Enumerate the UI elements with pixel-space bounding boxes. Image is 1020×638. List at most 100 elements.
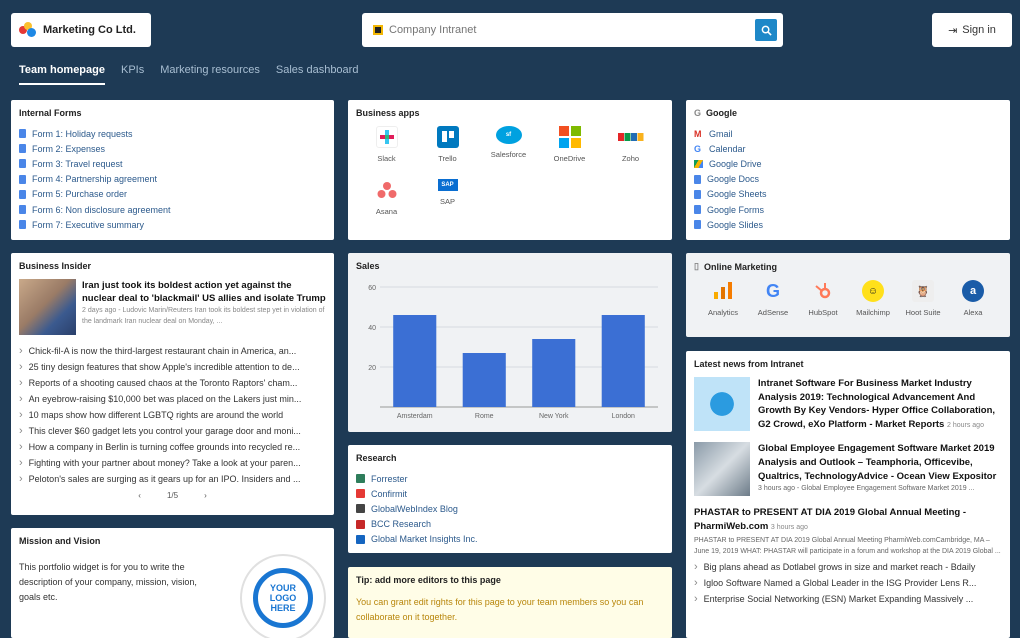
news-article[interactable]: PHASTAR to PRESENT AT DIA 2019 Global An… bbox=[694, 506, 1002, 556]
news-link[interactable]: Enterprise Social Networking (ESN) Marke… bbox=[694, 591, 1002, 607]
tool-adsense[interactable]: G AdSense bbox=[748, 280, 798, 333]
prev-page-button[interactable]: ‹ bbox=[138, 491, 141, 500]
mission-widget: Mission and Vision This portfolio widget… bbox=[11, 528, 334, 638]
next-page-button[interactable]: › bbox=[204, 491, 207, 500]
google-link-forms[interactable]: Google Forms bbox=[694, 202, 1002, 217]
link-label: Global Market Insights Inc. bbox=[371, 534, 478, 545]
research-link-globalwebindex[interactable]: GlobalWebIndex Blog bbox=[356, 501, 664, 516]
sign-in-icon: ⇥ bbox=[948, 24, 958, 37]
news-link-text: Reports of a shooting caused chaos at th… bbox=[28, 378, 298, 388]
news-link[interactable]: Peloton's sales are surging as it gears … bbox=[19, 471, 326, 487]
news-link[interactable]: How a company in Berlin is turning coffe… bbox=[19, 439, 326, 455]
tool-analytics[interactable]: Analytics bbox=[698, 280, 748, 333]
app-salesforce[interactable]: sf Salesforce bbox=[478, 126, 539, 179]
app-trello[interactable]: Trello bbox=[417, 126, 478, 179]
form-link[interactable]: Form 5: Purchase order bbox=[19, 187, 326, 202]
tab-kpis[interactable]: KPIs bbox=[121, 64, 144, 85]
news-link-text: 10 maps show how different LGBTQ rights … bbox=[28, 410, 284, 420]
news-link[interactable]: Big plans ahead as Dotlabel grows in siz… bbox=[694, 559, 1002, 575]
app-zoho[interactable]: Zoho bbox=[600, 126, 661, 179]
document-icon bbox=[694, 189, 701, 199]
app-label: SAP bbox=[439, 197, 455, 206]
hootsuite-icon: 🦉 bbox=[912, 280, 934, 302]
app-onedrive[interactable]: OneDrive bbox=[539, 126, 600, 179]
featured-article[interactable]: Iran just took its boldest action yet ag… bbox=[19, 279, 326, 335]
app-slack[interactable]: Slack bbox=[356, 126, 417, 179]
x-tick-label: Rome bbox=[475, 413, 494, 420]
article-thumbnail bbox=[694, 377, 750, 431]
news-article[interactable]: Intranet Software For Business Market In… bbox=[694, 377, 1002, 432]
tool-alexa[interactable]: a Alexa bbox=[948, 280, 998, 333]
tool-hootsuite[interactable]: 🦉 Hoot Suite bbox=[898, 280, 948, 333]
tab-sales-dashboard[interactable]: Sales dashboard bbox=[276, 64, 359, 85]
link-label: Google Sheets bbox=[707, 189, 767, 200]
form-link[interactable]: Form 7: Executive summary bbox=[19, 217, 326, 232]
news-link[interactable]: 25 tiny design features that show Apple'… bbox=[19, 359, 326, 375]
form-link[interactable]: Form 1: Holiday requests bbox=[19, 126, 326, 141]
tool-label: HubSpot bbox=[808, 308, 838, 317]
research-link-bcc[interactable]: BCC Research bbox=[356, 517, 664, 532]
link-label: Google Docs bbox=[707, 174, 760, 185]
page-indicator: 1/5 bbox=[166, 491, 179, 500]
news-link[interactable]: An eyebrow-raising $10,000 bet was place… bbox=[19, 391, 326, 407]
forrester-icon bbox=[356, 474, 365, 484]
brand-logo-icon bbox=[19, 22, 37, 38]
search-input[interactable] bbox=[389, 24, 729, 36]
x-tick-label: Amsterdam bbox=[397, 413, 433, 420]
article-summary-text: Ludovic Marin/Reuters Iran took its bold… bbox=[82, 307, 325, 325]
form-link[interactable]: Form 2: Expenses bbox=[19, 141, 326, 156]
news-link[interactable]: Igloo Software Named a Global Leader in … bbox=[694, 575, 1002, 591]
document-icon bbox=[19, 129, 26, 139]
google-link-slides[interactable]: Google Slides bbox=[694, 217, 1002, 232]
bookmark-icon: ▯ bbox=[694, 261, 699, 271]
news-link[interactable]: Chick-fil-A is now the third-largest res… bbox=[19, 343, 326, 359]
brand-button[interactable]: Marketing Co Ltd. bbox=[11, 13, 151, 47]
form-link[interactable]: Form 4: Partnership agreement bbox=[19, 172, 326, 187]
sign-in-button[interactable]: ⇥ Sign in bbox=[932, 13, 1012, 47]
tool-mailchimp[interactable]: ☺ Mailchimp bbox=[848, 280, 898, 333]
widget-title-text: Google bbox=[706, 108, 738, 118]
news-article[interactable]: Global Employee Engagement Software Mark… bbox=[694, 442, 1002, 497]
google-link-calendar[interactable]: G Calendar bbox=[694, 141, 1002, 156]
document-icon bbox=[694, 205, 701, 215]
form-link[interactable]: Form 3: Travel request bbox=[19, 156, 326, 171]
search-button[interactable] bbox=[755, 19, 777, 41]
link-label: GlobalWebIndex Blog bbox=[371, 503, 458, 514]
app-asana[interactable]: Asana bbox=[356, 179, 417, 232]
google-link-gmail[interactable]: M Gmail bbox=[694, 126, 1002, 141]
app-label: Trello bbox=[438, 154, 457, 163]
research-link-confirmit[interactable]: Confirmit bbox=[356, 486, 664, 501]
widget-title: Mission and Vision bbox=[19, 536, 101, 546]
app-sap[interactable]: SAP SAP bbox=[417, 179, 478, 232]
sales-widget: Sales 20 40 60 Amsterdam Rome New York London bbox=[348, 253, 672, 432]
onedrive-icon bbox=[558, 126, 581, 148]
mission-text: This portfolio widget is for you to writ… bbox=[19, 562, 197, 602]
google-link-docs[interactable]: Google Docs bbox=[694, 172, 1002, 187]
research-link-forrester[interactable]: Forrester bbox=[356, 471, 664, 486]
form-link[interactable]: Form 6: Non disclosure agreement bbox=[19, 202, 326, 217]
slack-icon bbox=[375, 126, 398, 148]
tab-marketing-resources[interactable]: Marketing resources bbox=[160, 64, 260, 85]
link-label: Gmail bbox=[709, 128, 733, 139]
sales-bar-chart: 20 40 60 Amsterdam Rome New York London bbox=[368, 285, 658, 420]
news-link-text: How a company in Berlin is turning coffe… bbox=[28, 442, 301, 452]
article-time: 3 hours ago bbox=[758, 485, 795, 493]
tab-team-homepage[interactable]: Team homepage bbox=[19, 64, 105, 85]
tool-label: AdSense bbox=[757, 308, 789, 317]
document-icon bbox=[19, 144, 26, 154]
document-icon bbox=[19, 205, 26, 215]
search-icon bbox=[761, 25, 772, 36]
news-link[interactable]: 10 maps show how different LGBTQ rights … bbox=[19, 407, 326, 423]
news-link[interactable]: Fighting with your partner about money? … bbox=[19, 455, 326, 471]
research-link-gmi[interactable]: Global Market Insights Inc. bbox=[356, 532, 664, 547]
article-time: 3 hours ago bbox=[770, 523, 808, 531]
bar-rome bbox=[462, 353, 506, 407]
widget-title: Tip: add more editors to this page bbox=[356, 575, 501, 585]
news-link[interactable]: Reports of a shooting caused chaos at th… bbox=[19, 375, 326, 391]
news-link[interactable]: This clever $60 gadget lets you control … bbox=[19, 423, 326, 439]
google-link-drive[interactable]: Google Drive bbox=[694, 156, 1002, 171]
google-link-sheets[interactable]: Google Sheets bbox=[694, 187, 1002, 202]
logo-placeholder: YOUR LOGO HERE bbox=[240, 554, 326, 638]
tool-hubspot[interactable]: HubSpot bbox=[798, 280, 848, 333]
article-summary: PHASTAR to PRESENT AT DIA 2019 Global An… bbox=[694, 536, 1001, 555]
